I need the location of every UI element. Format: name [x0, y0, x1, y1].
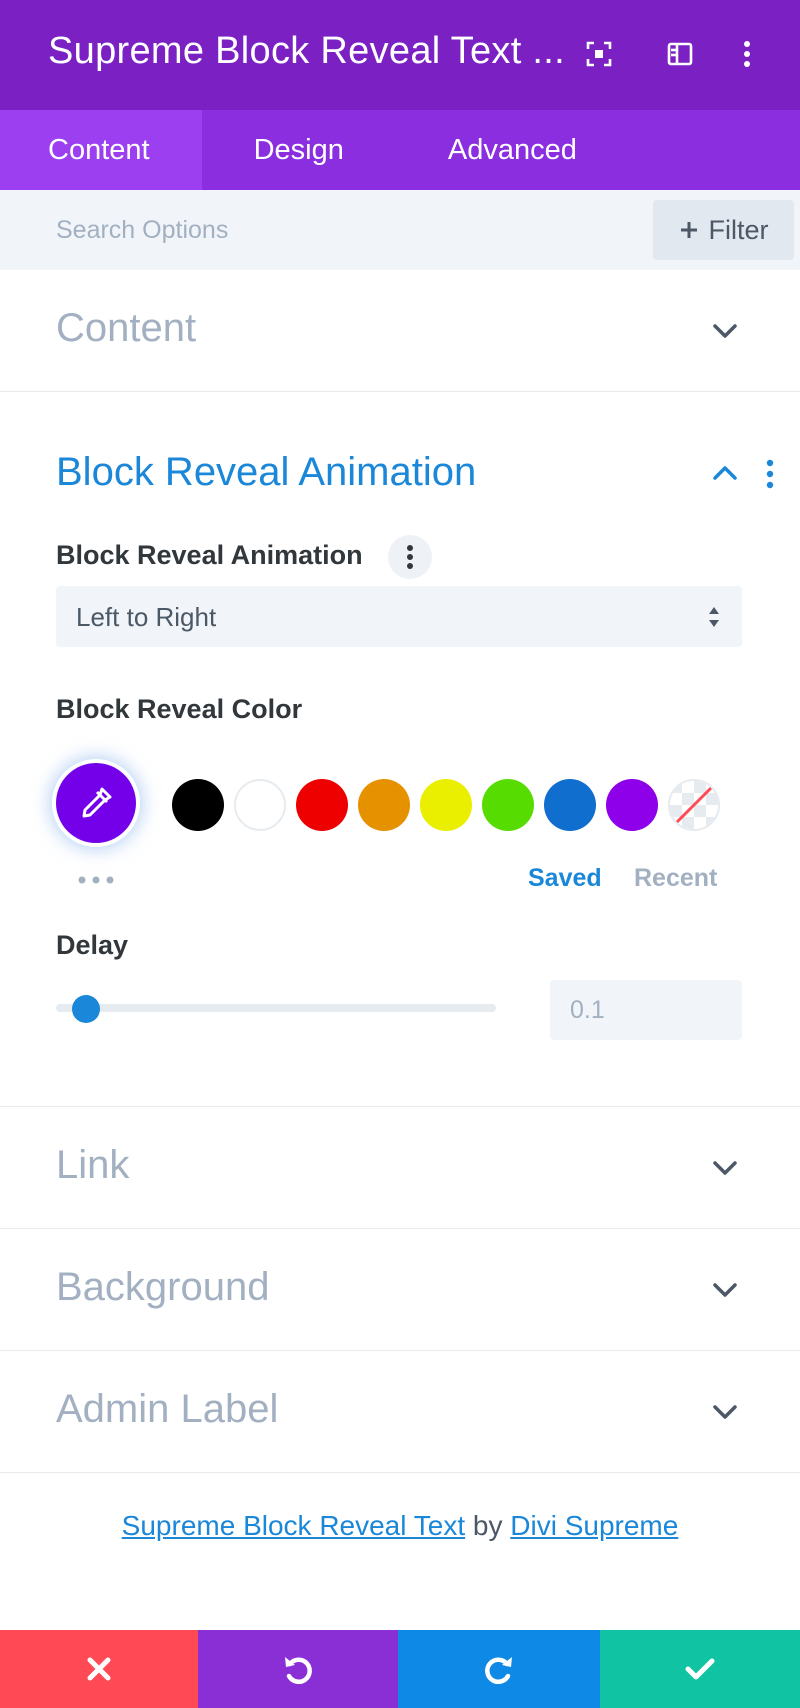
- redo-button[interactable]: [398, 1630, 600, 1708]
- focus-icon[interactable]: [583, 38, 615, 70]
- swatch-white[interactable]: [234, 779, 286, 831]
- tab-content[interactable]: Content: [0, 110, 202, 190]
- search-input[interactable]: [56, 208, 636, 252]
- author-link[interactable]: Divi Supreme: [510, 1510, 678, 1541]
- swatch-green[interactable]: [482, 779, 534, 831]
- more-vertical-icon[interactable]: [731, 38, 763, 70]
- delay-slider-thumb[interactable]: [72, 995, 100, 1023]
- swatch-red[interactable]: [296, 779, 348, 831]
- module-title: Supreme Block Reveal Text ...: [48, 30, 566, 72]
- section-link[interactable]: Link: [0, 1107, 800, 1229]
- animation-select[interactable]: Left to Right: [56, 586, 742, 647]
- credit-by: by: [472, 1510, 503, 1541]
- tab-bar: Content Design Advanced: [0, 110, 800, 190]
- filter-label: Filter: [708, 214, 769, 245]
- section-menu-icon[interactable]: [760, 458, 780, 490]
- module-credit: Supreme Block Reveal Text by Divi Suprem…: [0, 1510, 800, 1542]
- close-icon: [87, 1657, 111, 1681]
- modal-header: Supreme Block Reveal Text ...: [0, 0, 800, 110]
- swatch-blue[interactable]: [544, 779, 596, 831]
- chevron-down-icon: [713, 324, 737, 338]
- section-title: Background: [56, 1265, 270, 1309]
- swatch-transparent[interactable]: [668, 779, 720, 831]
- tab-advanced[interactable]: Advanced: [396, 110, 629, 190]
- tab-design[interactable]: Design: [202, 110, 396, 190]
- section-background[interactable]: Background: [0, 1229, 800, 1351]
- chevron-down-icon: [713, 1283, 737, 1297]
- swatch-yellow[interactable]: [420, 779, 472, 831]
- section-admin-label[interactable]: Admin Label: [0, 1351, 800, 1473]
- section-title: Link: [56, 1143, 130, 1187]
- split-view-icon[interactable]: [664, 38, 696, 70]
- undo-button[interactable]: [198, 1630, 398, 1708]
- section-title: Content: [56, 306, 197, 350]
- tab-recent-colors[interactable]: Recent: [634, 864, 717, 893]
- cancel-button[interactable]: [0, 1630, 198, 1708]
- chevron-down-icon: [713, 1405, 737, 1419]
- chevron-down-icon: [713, 1161, 737, 1175]
- eyedropper-icon: [82, 787, 112, 818]
- color-label: Block Reveal Color: [56, 694, 303, 724]
- plus-icon: [680, 222, 697, 238]
- animation-label: Block Reveal Animation: [56, 540, 363, 570]
- color-picker-button[interactable]: [56, 763, 136, 843]
- filter-button[interactable]: Filter: [653, 200, 794, 260]
- redo-icon: [485, 1657, 512, 1684]
- swatch-purple[interactable]: [606, 779, 658, 831]
- section-title: Admin Label: [56, 1387, 279, 1431]
- more-colors-icon[interactable]: [76, 872, 116, 888]
- transparent-icon: [670, 781, 718, 829]
- section-title-block-reveal[interactable]: Block Reveal Animation: [56, 450, 476, 495]
- chevron-up-icon[interactable]: [710, 460, 740, 486]
- select-arrows-icon: [709, 607, 719, 627]
- animation-select-value: Left to Right: [76, 602, 217, 632]
- delay-value-input[interactable]: [550, 980, 742, 1040]
- swatch-black[interactable]: [172, 779, 224, 831]
- swatch-orange[interactable]: [358, 779, 410, 831]
- check-icon: [685, 1658, 715, 1680]
- section-content[interactable]: Content: [0, 270, 800, 392]
- tab-saved-colors[interactable]: Saved: [528, 864, 602, 893]
- action-bar: [0, 1630, 800, 1708]
- delay-label: Delay: [56, 930, 129, 960]
- option-menu-icon[interactable]: [388, 535, 432, 579]
- save-button[interactable]: [600, 1630, 800, 1708]
- module-link[interactable]: Supreme Block Reveal Text: [122, 1510, 465, 1541]
- undo-icon: [285, 1657, 312, 1684]
- delay-slider-track[interactable]: [56, 1004, 496, 1012]
